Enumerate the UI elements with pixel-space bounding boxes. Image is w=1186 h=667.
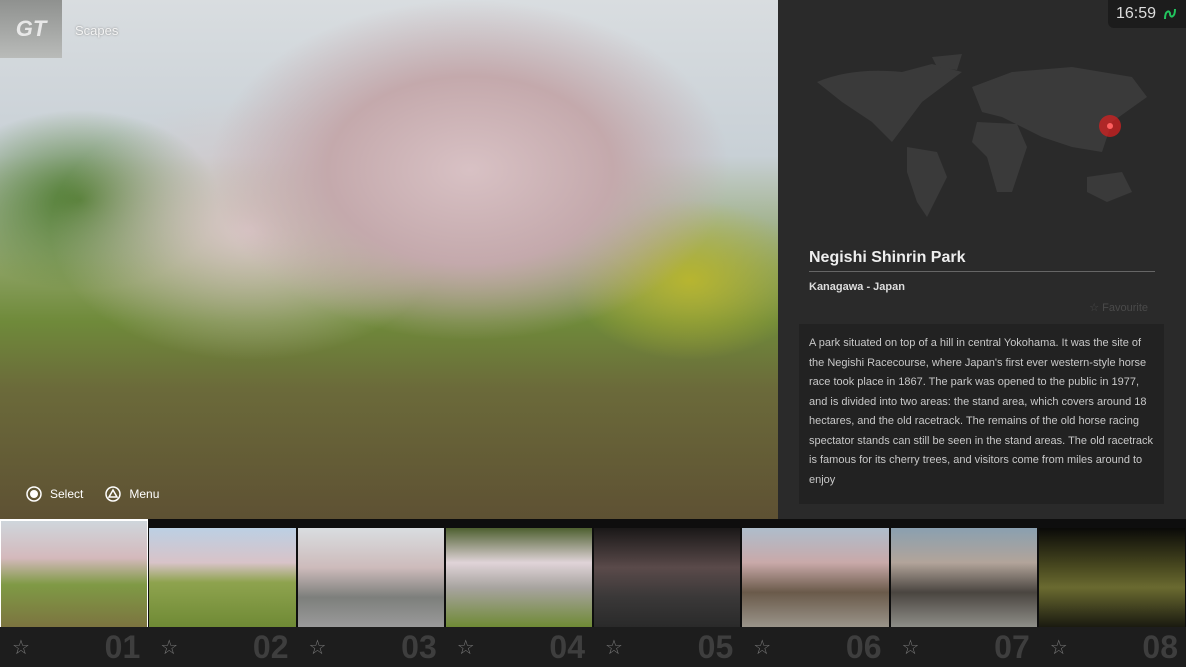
thumbnail-05[interactable]: ☆ 05 [593,519,742,667]
thumbnail-bar: ☆ 06 [741,627,890,667]
thumbnail-bar: ☆ 08 [1037,627,1186,667]
thumbnail-bar: ☆ 01 [0,627,149,667]
thumbnail-03[interactable]: ☆ 03 [296,519,445,667]
star-icon[interactable]: ☆ [309,635,327,660]
divider [809,271,1155,272]
star-icon[interactable]: ☆ [457,635,475,660]
favourite-button[interactable]: ☆ Favourite [1089,301,1148,314]
thumbnail-01[interactable]: ☆ 01 [0,519,149,667]
star-icon: ☆ [1089,302,1100,314]
thumbnail-image [1038,528,1185,627]
thumbnail-image [149,528,296,627]
location-title: Negishi Shinrin Park [809,249,966,266]
thumbnail-08[interactable]: ☆ 08 [1037,519,1186,667]
clock-time: 16:59 [1116,5,1157,22]
thumbnail-number: 01 [104,628,141,665]
scape-photo [0,0,778,519]
thumbnail-bar: ☆ 03 [296,627,445,667]
hint-label: Select [50,487,84,501]
hint-label: Menu [129,487,160,501]
thumbnail-bar: ☆ 02 [148,627,297,667]
hint-select[interactable]: Select [26,486,83,502]
thumbnail-number: 03 [401,628,437,665]
world-map [817,54,1147,217]
thumbnail-bar: ☆ 04 [444,627,593,667]
thumbnail-06[interactable]: ☆ 06 [741,519,890,667]
thumbnail-07[interactable]: ☆ 07 [889,519,1038,667]
star-icon[interactable]: ☆ [605,635,623,660]
thumbnail-image [1,521,148,627]
clock: 16:59 [1108,0,1186,28]
psn-connection-icon [1164,8,1177,20]
thumbnail-strip: ☆ 01 ☆ 02 ☆ 03 ☆ 04 ☆ 05 ☆ 06 ☆ 07 ☆ 08 [0,519,1186,667]
thumbnail-image [445,528,592,627]
section-title: Scapes [75,23,119,38]
circle-button-icon [26,486,42,502]
thumbnail-number: 08 [1142,628,1178,665]
star-icon[interactable]: ☆ [160,635,178,660]
thumbnail-image [297,528,444,627]
thumbnail-number: 02 [252,628,289,665]
thumbnail-bar: ☆ 05 [593,627,742,667]
star-icon[interactable]: ☆ [12,635,30,660]
star-icon[interactable]: ☆ [753,635,771,660]
thumbnail-number: 07 [994,628,1030,665]
thumbnail-02[interactable]: ☆ 02 [148,519,297,667]
location-region: Kanagawa - Japan [809,281,905,293]
hint-menu[interactable]: Menu [105,486,159,502]
thumbnail-04[interactable]: ☆ 04 [444,519,593,667]
button-hints: Select Menu [26,486,159,502]
star-icon[interactable]: ☆ [1050,635,1068,660]
thumbnail-number: 05 [697,628,734,665]
thumbnail-bar: ☆ 07 [889,627,1038,667]
star-icon[interactable]: ☆ [902,635,920,660]
favourite-label: Favourite [1102,302,1148,314]
thumbnail-image [742,528,889,627]
location-description[interactable]: A park situated on top of a hill in cent… [799,324,1164,504]
thumbnail-image [594,528,741,627]
thumbnail-number: 06 [845,628,882,665]
gt-logo: GT [0,0,62,58]
triangle-button-icon [105,486,122,502]
thumbnail-number: 04 [549,628,585,665]
thumbnail-image [890,528,1037,627]
